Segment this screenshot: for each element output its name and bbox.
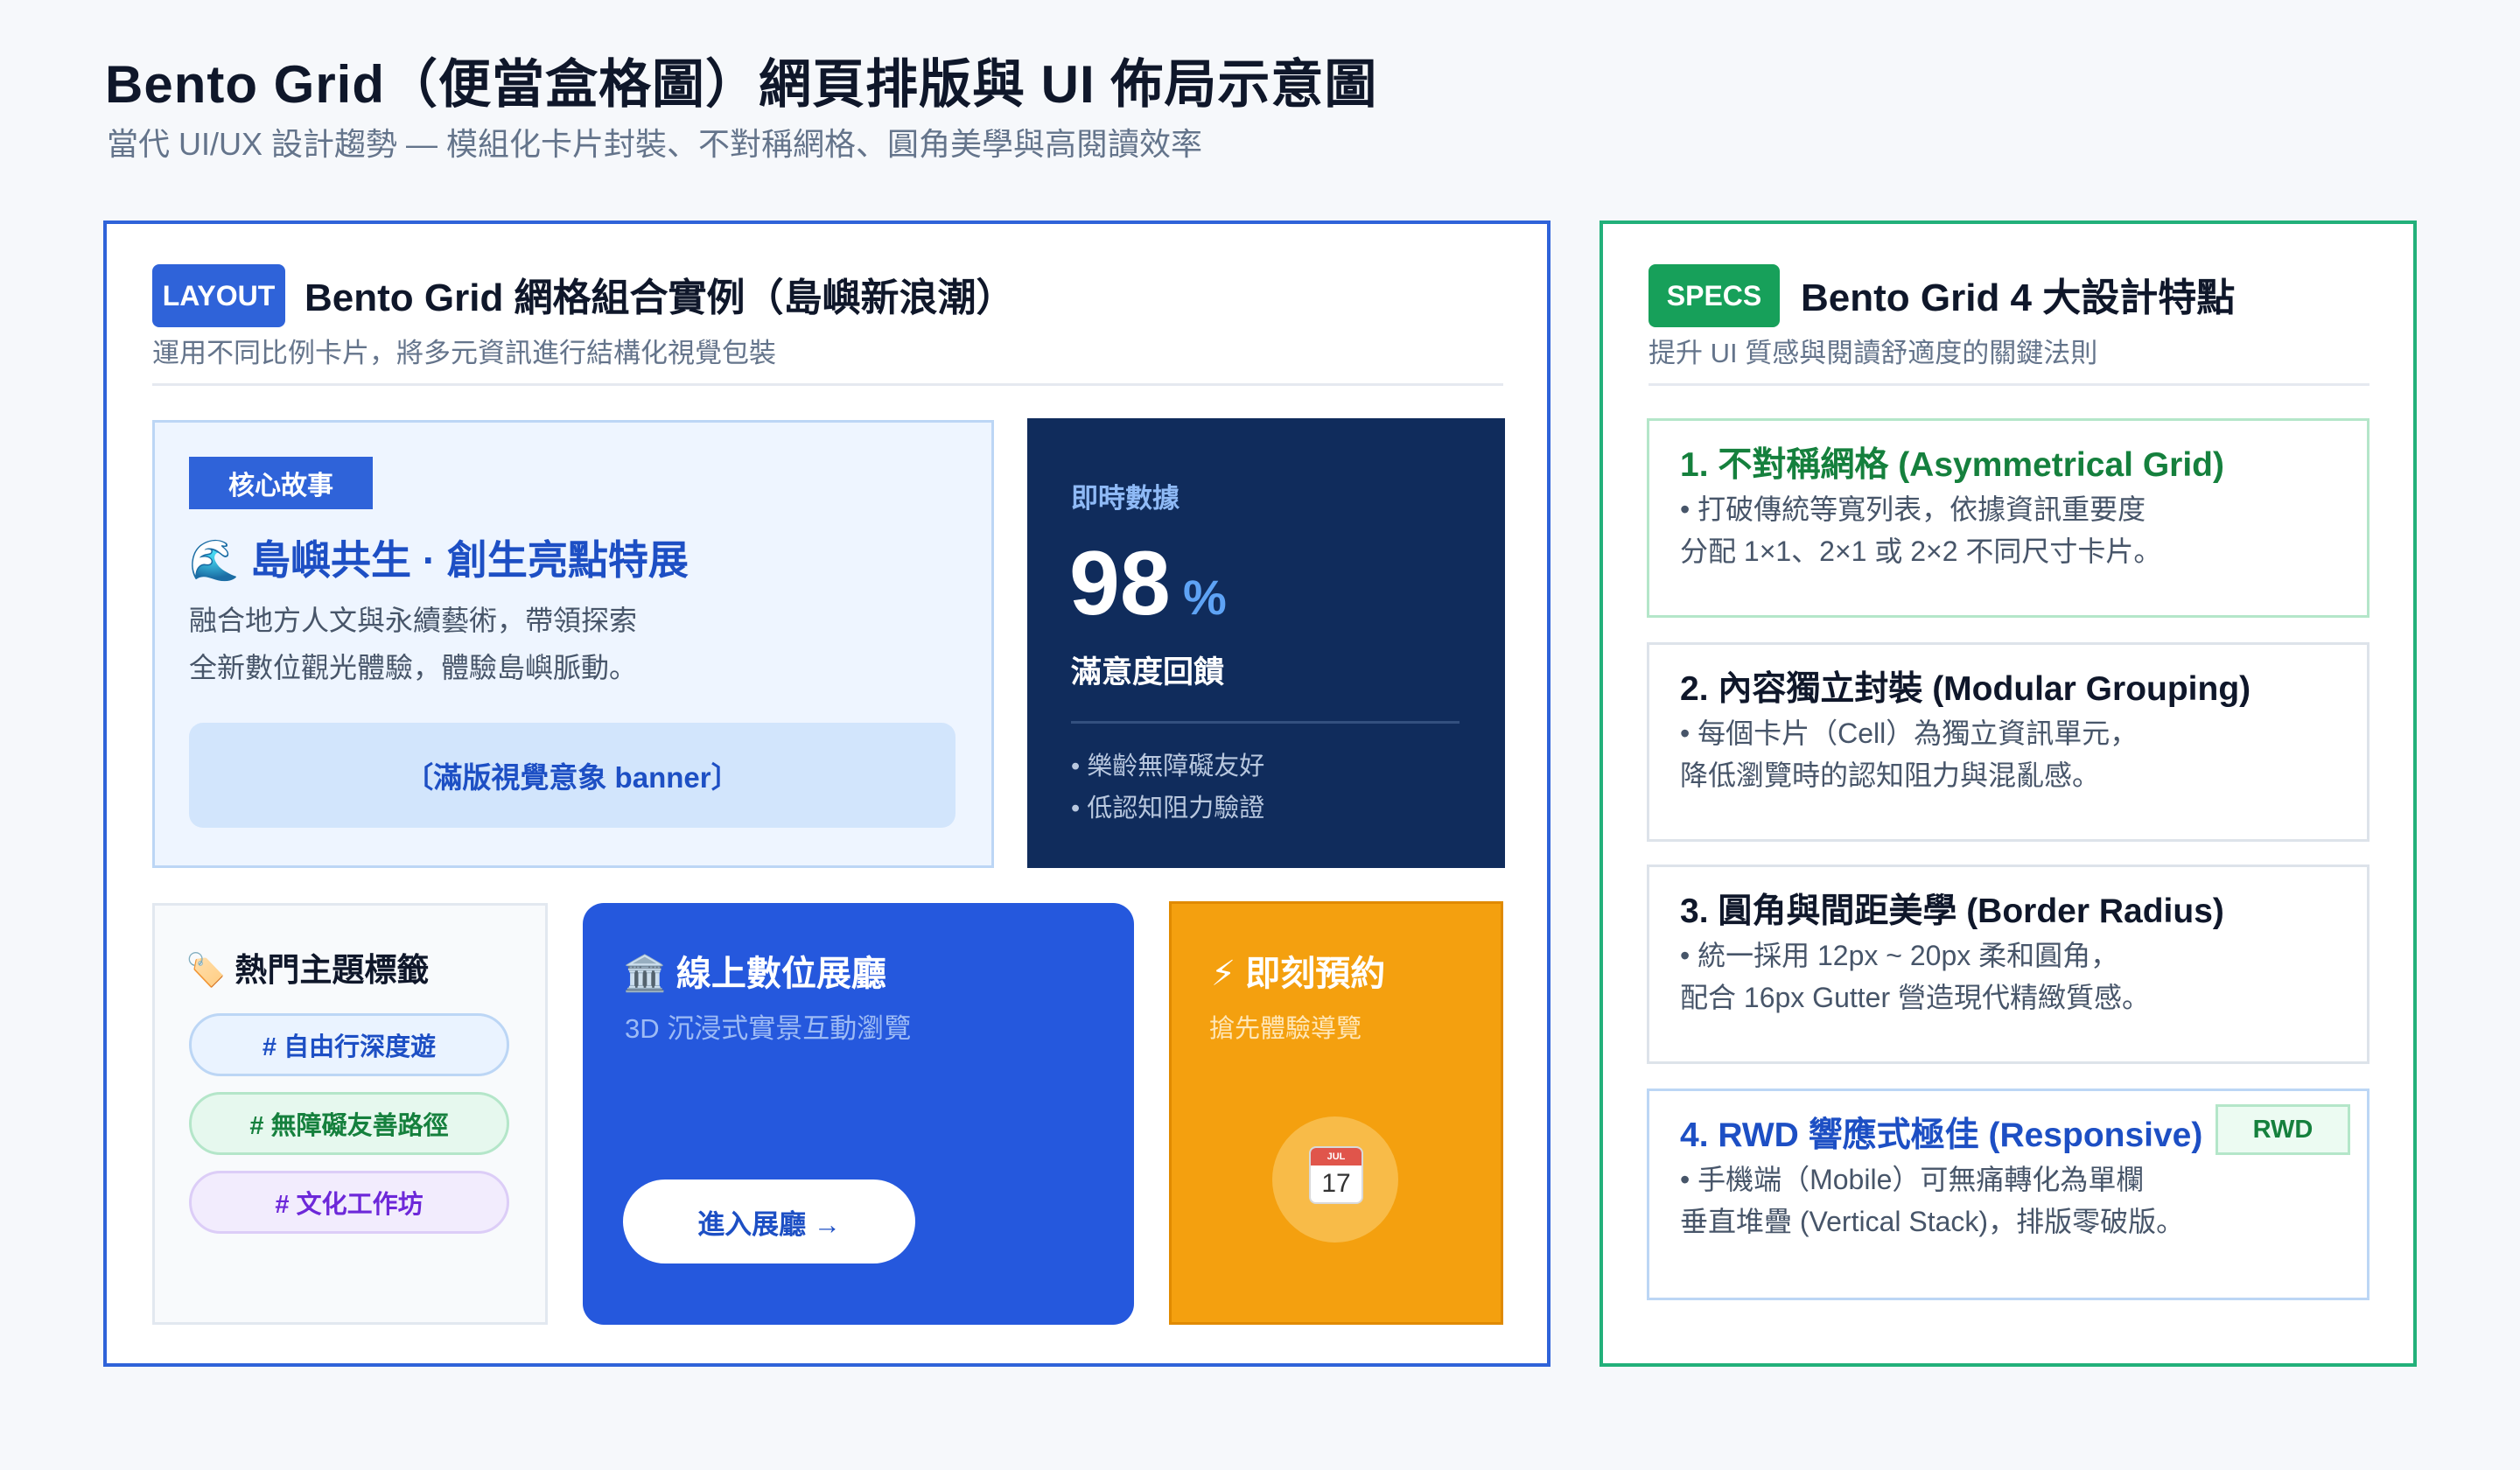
online-hall-subtitle: 3D 沉浸式實景互動瀏覽 [625, 1013, 912, 1044]
topics-title: 🏷️ 熱門主題標籤 [186, 952, 430, 988]
spec-line: 降低瀏覽時的認知阻力與混亂感。 [1680, 760, 2101, 791]
booking-title: ⚡ 即刻預約 [1211, 955, 1386, 993]
spec-line: 分配 1×1、2×1 或 2×2 不同尺寸卡片。 [1680, 536, 2162, 567]
stats-list-item: • 樂齡無障礙友好 [1071, 752, 1265, 780]
calendar-day: 17 [1321, 1169, 1351, 1198]
topic-tag-culture-workshop[interactable]: # 文化工作坊 [189, 1171, 509, 1234]
spec-line: • 手機端（Mobile）可無痛轉化為單欄 [1680, 1164, 2145, 1195]
spec-line: • 每個卡片（Cell）為獨立資訊單元， [1680, 718, 2138, 749]
stats-list-item: • 低認知阻力驗證 [1071, 794, 1265, 822]
topic-tag-free-travel[interactable]: # 自由行深度遊 [189, 1013, 509, 1076]
spec-body: • 手機端（Mobile）可無痛轉化為單欄 垂直堆疊 (Vertical Sta… [1680, 1158, 2184, 1242]
layout-tag: LAYOUT [152, 264, 285, 327]
hero-desc-line: 全新數位觀光體驗，體驗島嶼脈動。 [189, 652, 638, 683]
stats-label: 即時數據 [1071, 483, 1180, 514]
calendar-month: JUL [1311, 1148, 1362, 1166]
spec-line: 配合 16px Gutter 營造現代精緻質感。 [1680, 982, 2150, 1013]
spec-body: • 統一採用 12px ~ 20px 柔和圓角， 配合 16px Gutter … [1680, 934, 2150, 1018]
spec-title: 4. RWD 響應式極佳 (Responsive) [1680, 1116, 2203, 1154]
calendar-icon: JUL 17 [1309, 1146, 1363, 1204]
spec-line: • 打破傳統等寬列表，依據資訊重要度 [1680, 494, 2146, 525]
topic-tag-accessible-route[interactable]: # 無障礙友善路徑 [189, 1092, 509, 1155]
page-subtitle: 當代 UI/UX 設計趨勢 — 模組化卡片封裝、不對稱網格、圓角美學與高閱讀效率 [107, 126, 1203, 162]
specs-tag: SPECS [1648, 264, 1780, 327]
layout-panel-title: Bento Grid 網格組合實例（島嶼新浪潮） [304, 276, 1015, 319]
stats-caption: 滿意度回饋 [1071, 655, 1225, 690]
hero-description: 融合地方人文與永續藝術，帶領探索 全新數位觀光體驗，體驗島嶼脈動。 [189, 597, 942, 691]
spec-title: 3. 圓角與間距美學 (Border Radius) [1680, 892, 2224, 930]
spec-line: 垂直堆疊 (Vertical Stack)，排版零破版。 [1680, 1206, 2185, 1237]
enter-hall-button[interactable]: 進入展廳 → [623, 1180, 915, 1264]
hero-desc-line: 融合地方人文與永續藝術，帶領探索 [189, 605, 638, 636]
spec-body: • 打破傳統等寬列表，依據資訊重要度 分配 1×1、2×1 或 2×2 不同尺寸… [1680, 488, 2161, 572]
specs-panel-subtitle: 提升 UI 質感與閱讀舒適度的關鍵法則 [1648, 338, 2098, 368]
stats-value: 98 [1069, 533, 1171, 634]
specs-divider [1648, 383, 2370, 386]
spec-title: 2. 內容獨立封裝 (Modular Grouping) [1680, 670, 2251, 708]
stats-divider [1071, 721, 1460, 724]
spec-line: • 統一採用 12px ~ 20px 柔和圓角， [1680, 940, 2119, 971]
hero-title: 🌊 島嶼共生 · 創生亮點特展 [189, 537, 689, 583]
rwd-badge: RWD [2216, 1104, 2350, 1155]
specs-panel-title: Bento Grid 4 大設計特點 [1801, 276, 2236, 319]
spec-title: 1. 不對稱網格 (Asymmetrical Grid) [1680, 446, 2224, 484]
stats-list: • 樂齡無障礙友好 • 低認知阻力驗證 [1071, 746, 1264, 830]
online-hall-title: 🏛️ 線上數位展廳 [623, 955, 886, 993]
hero-banner[interactable]: 〔滿版視覺意象 banner〕 [189, 723, 956, 828]
layout-divider [152, 383, 1503, 386]
stats-unit: % [1183, 570, 1227, 625]
page-title: Bento Grid（便當盒格圖）網頁排版與 UI 佈局示意圖 [105, 55, 1378, 114]
hero-tag: 核心故事 [189, 457, 373, 509]
booking-subtitle: 搶先體驗導覽 [1209, 1015, 1362, 1043]
spec-body: • 每個卡片（Cell）為獨立資訊單元， 降低瀏覽時的認知阻力與混亂感。 [1680, 712, 2138, 796]
layout-panel-subtitle: 運用不同比例卡片，將多元資訊進行結構化視覺包裝 [152, 338, 776, 368]
